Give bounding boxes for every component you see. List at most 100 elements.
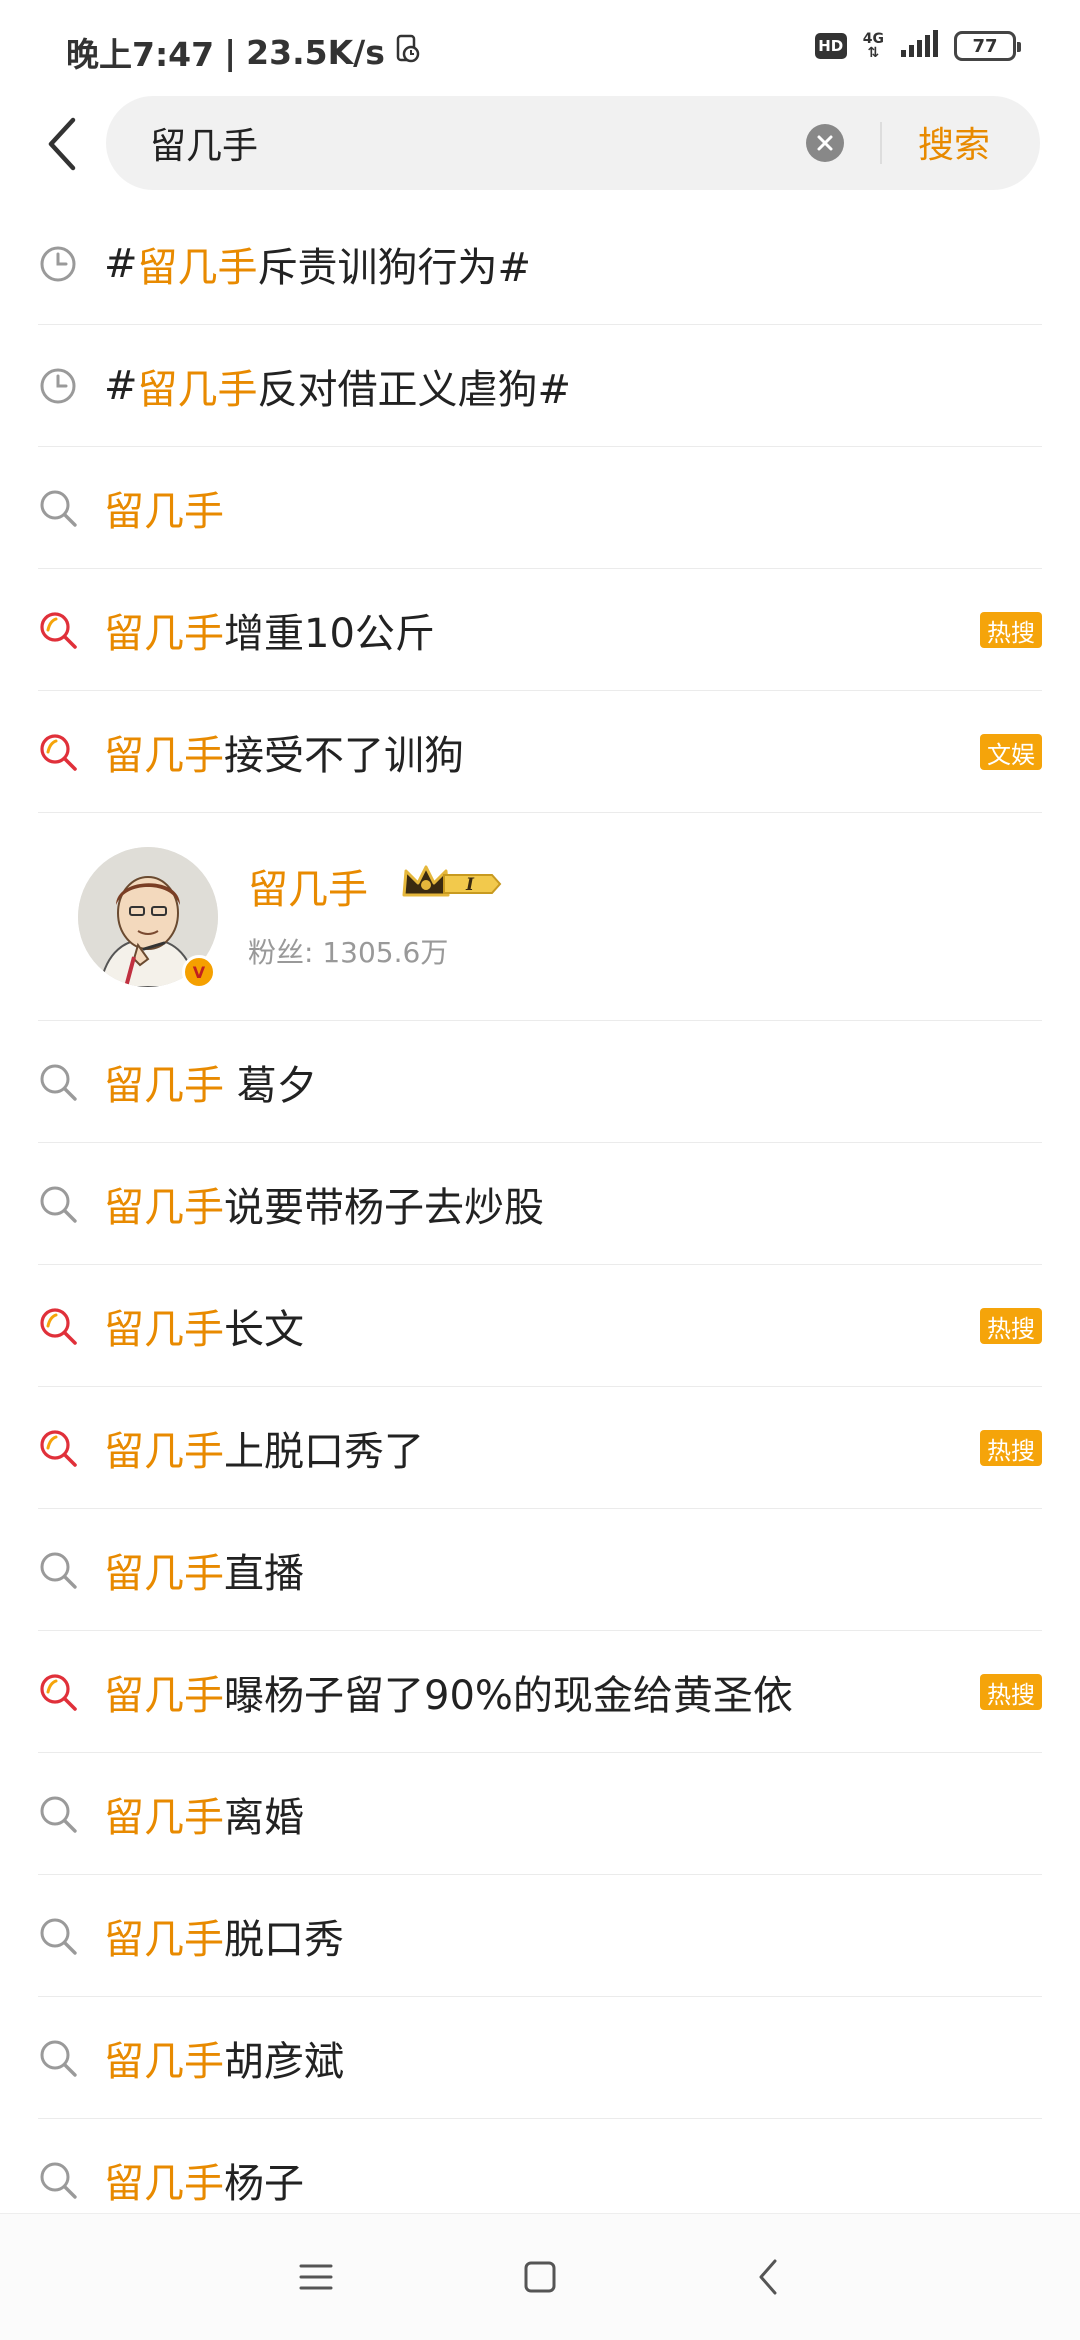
suggestion-row[interactable]: 留几手 说要带杨子去炒股 bbox=[38, 1143, 1042, 1265]
suggestion-keyword: 留几手 bbox=[104, 1673, 224, 1719]
suggestion-prefix: # bbox=[104, 241, 138, 287]
suggestion-keyword: 留几手 bbox=[137, 367, 258, 413]
search-icon bbox=[38, 1184, 78, 1224]
suggestion-row[interactable]: 留几手 bbox=[38, 447, 1042, 569]
suggestion-row[interactable]: 留几手 胡彦斌 bbox=[38, 1997, 1042, 2119]
suggestion-keyword: 留几手 bbox=[137, 245, 258, 291]
suggestion-suffix: 上脱口秀了 bbox=[224, 1429, 424, 1475]
suggestion-suffix: 曝杨子留了90%的现金给黄圣依 bbox=[224, 1673, 793, 1719]
suggestion-prefix: # bbox=[104, 363, 138, 409]
fans-count: 1305.6万 bbox=[322, 936, 449, 969]
suggestion-suffix: 反对借正义虐狗# bbox=[257, 367, 572, 413]
suggestion-suffix: 葛夕 bbox=[224, 1063, 317, 1109]
suggestion-keyword: 留几手 bbox=[104, 1795, 224, 1841]
status-left: 晚上7:47 | 23.5K/s bbox=[66, 28, 421, 76]
suggestion-suffix: 直播 bbox=[224, 1551, 304, 1597]
search-box[interactable]: 搜索 bbox=[106, 96, 1040, 190]
suggestion-keyword: 留几手 bbox=[104, 2161, 224, 2207]
suggestion-suffix: 长文 bbox=[224, 1307, 304, 1353]
suggestion-text: # 留几手 斥责训狗行为# bbox=[104, 203, 531, 325]
hot-search-icon bbox=[38, 1428, 78, 1468]
suggestion-tag: 热搜 bbox=[980, 1430, 1042, 1466]
fans-label: 粉丝: bbox=[248, 936, 323, 969]
clear-icon bbox=[817, 135, 833, 151]
suggestion-suffix: 离婚 bbox=[224, 1795, 304, 1841]
suggestion-tag: 热搜 bbox=[980, 1674, 1042, 1710]
suggestion-keyword: 留几手 bbox=[104, 1429, 224, 1475]
suggestion-row[interactable]: 留几手 上脱口秀了 热搜 bbox=[38, 1387, 1042, 1509]
suggestion-row[interactable]: 留几手 葛夕 bbox=[38, 1021, 1042, 1143]
suggestions-top: # 留几手 斥责训狗行为# # 留几手 反对借正义虐狗# 留几手 留几手 增重10公斤 热搜 留几手… bbox=[0, 203, 1080, 813]
hot-search-icon bbox=[38, 732, 78, 772]
clock-icon bbox=[38, 366, 78, 406]
suggestion-suffix: 脱口秀 bbox=[224, 1917, 344, 1963]
suggestion-tag: 文娱 bbox=[980, 734, 1042, 770]
suggestion-text: 留几手 曝杨子留了90%的现金给黄圣依 bbox=[104, 1631, 793, 1753]
search-divider bbox=[880, 122, 882, 164]
hot-search-icon bbox=[38, 1672, 78, 1712]
suggestion-keyword: 留几手 bbox=[104, 1185, 224, 1231]
suggestion-text: 留几手 直播 bbox=[104, 1509, 304, 1631]
suggestion-suffix: 杨子 bbox=[224, 2161, 304, 2207]
back-button[interactable] bbox=[30, 108, 94, 180]
nav-home-button[interactable] bbox=[507, 2244, 573, 2310]
suggestion-keyword: 留几手 bbox=[104, 611, 224, 657]
status-bar: 晚上7:47 | 23.5K/s HD 4G ⇅ 77 bbox=[0, 0, 1080, 96]
battery-level: 77 bbox=[972, 35, 998, 57]
account-card[interactable]: V 留几手 I 粉丝: 1305.6万 bbox=[38, 813, 1042, 1021]
suggestion-row[interactable]: 留几手 曝杨子留了90%的现金给黄圣依 热搜 bbox=[38, 1631, 1042, 1753]
suggestion-text: 留几手 增重10公斤 bbox=[104, 569, 435, 691]
suggestion-row[interactable]: # 留几手 反对借正义虐狗# bbox=[38, 325, 1042, 447]
suggestion-row[interactable]: 留几手 直播 bbox=[38, 1509, 1042, 1631]
suggestion-text: 留几手 接受不了训狗 bbox=[104, 691, 464, 813]
suggestion-keyword: 留几手 bbox=[104, 1551, 224, 1597]
suggestion-keyword: 留几手 bbox=[104, 489, 224, 535]
status-separator: | bbox=[224, 32, 237, 72]
suggestion-text: 留几手 说要带杨子去炒股 bbox=[104, 1143, 544, 1265]
status-time: 晚上7:47 bbox=[66, 35, 215, 74]
network-type: 4G bbox=[862, 31, 884, 47]
suggestion-suffix: 胡彦斌 bbox=[224, 2039, 344, 2085]
nav-back-button[interactable] bbox=[735, 2244, 801, 2310]
system-nav-bar bbox=[0, 2213, 1080, 2340]
fans-line: 粉丝: 1305.6万 bbox=[248, 931, 448, 971]
search-icon bbox=[38, 488, 78, 528]
suggestion-row[interactable]: 留几手 增重10公斤 热搜 bbox=[38, 569, 1042, 691]
suggestion-text: 留几手 葛夕 bbox=[104, 1021, 317, 1143]
suggestion-row[interactable]: 留几手 离婚 bbox=[38, 1753, 1042, 1875]
suggestion-keyword: 留几手 bbox=[104, 2039, 224, 2085]
suggestions-bottom: 留几手 葛夕 留几手 说要带杨子去炒股 留几手 长文 热搜 留几手 上脱口秀了 热搜 留几手 直播留… bbox=[0, 1021, 1080, 2241]
nav-back-icon bbox=[759, 2259, 777, 2295]
suggestion-keyword: 留几手 bbox=[104, 1063, 224, 1109]
hot-search-icon bbox=[38, 1306, 78, 1346]
suggestion-row[interactable]: 留几手 脱口秀 bbox=[38, 1875, 1042, 1997]
search-icon bbox=[38, 1062, 78, 1102]
suggestion-text: 留几手 长文 bbox=[104, 1265, 304, 1387]
search-icon bbox=[38, 2038, 78, 2078]
suggestion-suffix: 斥责训狗行为# bbox=[257, 245, 532, 291]
menu-icon bbox=[299, 2264, 333, 2290]
suggestion-row[interactable]: # 留几手 斥责训狗行为# bbox=[38, 203, 1042, 325]
nav-menu-button[interactable] bbox=[283, 2244, 349, 2310]
data-arrows-icon: ⇅ bbox=[867, 45, 880, 61]
search-input[interactable] bbox=[150, 118, 850, 168]
member-level-text: I bbox=[465, 875, 475, 895]
suggestion-keyword: 留几手 bbox=[104, 733, 224, 779]
phone-clock-icon bbox=[395, 33, 421, 72]
home-square-icon bbox=[524, 2261, 556, 2293]
suggestion-row[interactable]: 留几手 接受不了训狗 文娱 bbox=[38, 691, 1042, 813]
search-icon bbox=[38, 2160, 78, 2200]
screen: 晚上7:47 | 23.5K/s HD 4G ⇅ 77 留几手 搜索 # 留几手… bbox=[0, 0, 1080, 2340]
clear-button[interactable] bbox=[806, 124, 844, 162]
suggestion-row[interactable]: 留几手 长文 热搜 bbox=[38, 1265, 1042, 1387]
suggestion-tag: 热搜 bbox=[980, 612, 1042, 648]
search-button[interactable]: 搜索 bbox=[918, 116, 990, 168]
network-indicator: 4G ⇅ bbox=[863, 32, 884, 60]
search-icon bbox=[38, 1550, 78, 1590]
account-name[interactable]: 留几手 bbox=[248, 857, 368, 915]
suggestion-text: 留几手 胡彦斌 bbox=[104, 1997, 344, 2119]
suggestion-tag: 热搜 bbox=[980, 1308, 1042, 1344]
suggestion-keyword: 留几手 bbox=[104, 1307, 224, 1353]
suggestion-text: # 留几手 反对借正义虐狗# bbox=[104, 325, 571, 447]
suggestion-text: 留几手 离婚 bbox=[104, 1753, 304, 1875]
